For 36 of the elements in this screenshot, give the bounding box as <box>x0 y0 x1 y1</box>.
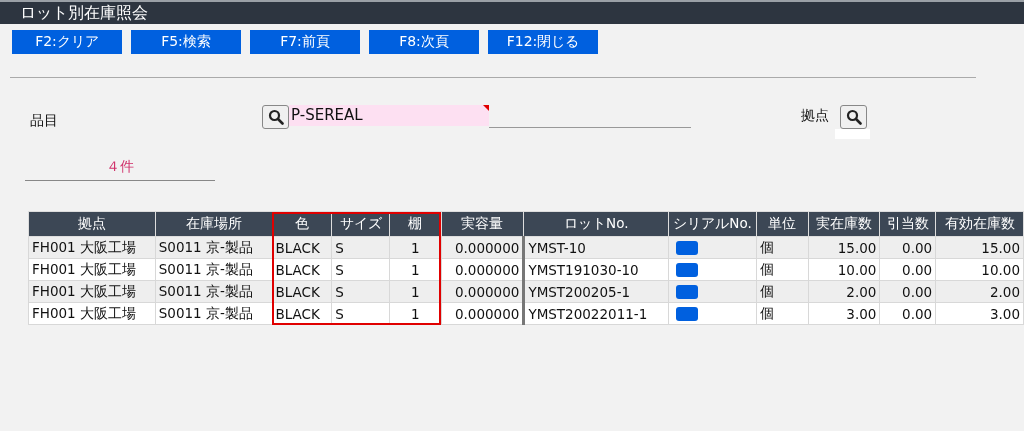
table-cell: FH001 大阪工場 <box>28 236 156 259</box>
serial-button[interactable] <box>676 284 699 299</box>
function-key-button[interactable]: F12:閉じる <box>488 30 598 54</box>
column-header: シリアルNo. <box>668 211 757 237</box>
column-header: 引当数 <box>879 211 936 237</box>
search-button[interactable] <box>262 105 289 129</box>
table-cell: YMST191030-10 <box>523 258 669 281</box>
search-icon <box>845 109 862 125</box>
column-header: 有効在庫数 <box>935 211 1024 237</box>
table-cell: FH001 大阪工場 <box>28 302 156 325</box>
field-label: 拠点 <box>801 107 829 125</box>
table-cell: YMST-10 <box>523 236 669 259</box>
function-key-button[interactable]: F2:クリア <box>12 30 122 54</box>
column-header: 拠点 <box>28 211 156 237</box>
input-field[interactable] <box>835 129 870 139</box>
function-key-button[interactable]: F8:次頁 <box>369 30 479 54</box>
table-cell: YMST200205-1 <box>523 280 669 303</box>
table-cell: FH001 大阪工場 <box>28 280 156 303</box>
search-icon <box>267 109 284 125</box>
column-header: 実容量 <box>441 211 524 237</box>
serial-button[interactable] <box>676 240 699 255</box>
field-label: 品目 <box>30 112 59 130</box>
function-key-button[interactable]: F7:前頁 <box>250 30 360 54</box>
table-cell: YMST20022011-1 <box>523 302 669 325</box>
table-cell: FH001 大阪工場 <box>28 258 156 281</box>
function-key-button[interactable]: F5:検索 <box>131 30 241 54</box>
serial-button[interactable] <box>676 306 699 321</box>
window-title: ロット別在庫照会 <box>20 3 148 22</box>
search-button[interactable] <box>840 105 867 129</box>
record-count: ４件 <box>106 158 134 174</box>
column-header: ロットNo. <box>523 211 669 237</box>
column-header: 実在庫数 <box>808 211 880 237</box>
input-field[interactable]: P-SEREAL <box>289 105 489 126</box>
column-header: 在庫場所 <box>155 211 272 237</box>
column-header: 単位 <box>756 211 809 237</box>
serial-button[interactable] <box>676 262 699 277</box>
